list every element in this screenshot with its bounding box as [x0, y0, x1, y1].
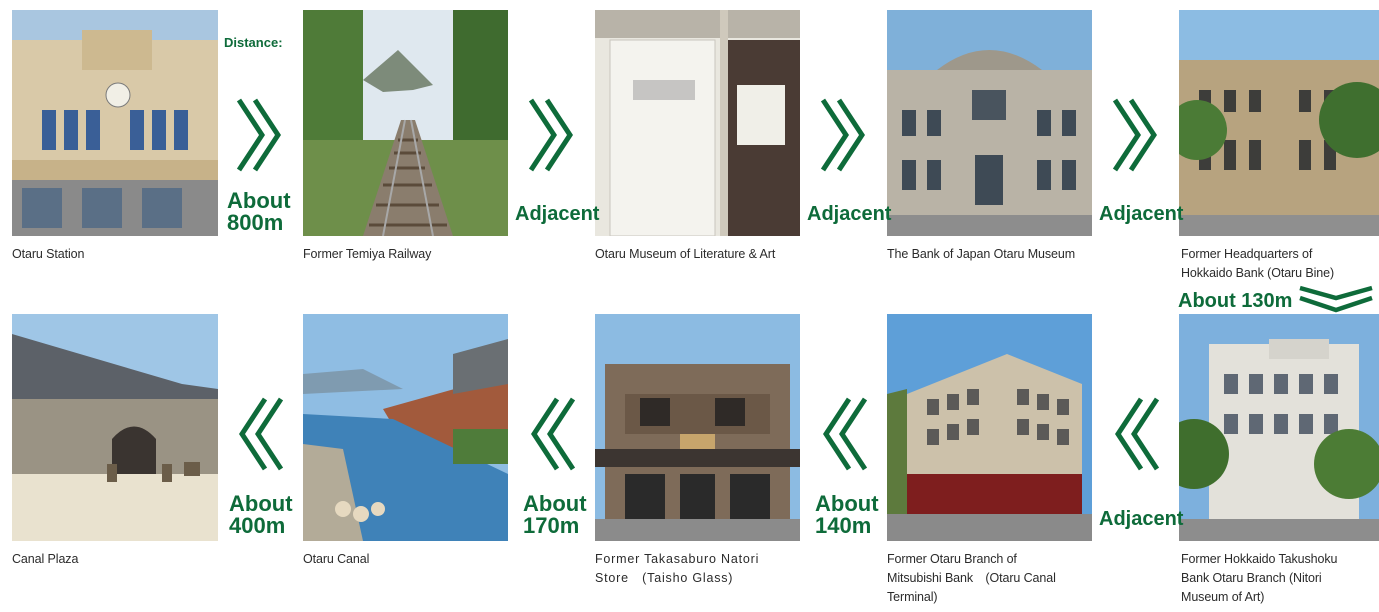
- caption-line: Hokkaido Bank (Otaru Bine): [1181, 266, 1335, 280]
- caption-bank-of-japan-otaru-museum: The Bank of Japan Otaru Museum: [887, 247, 1076, 261]
- chevron-left-icon: [820, 396, 868, 472]
- caption-line: Former Headquarters of: [1181, 247, 1313, 261]
- chevron-right-icon: [236, 97, 284, 173]
- distance-line: About: [523, 491, 587, 516]
- photo-former-hokkaido-takushoku-bank: [1179, 314, 1379, 541]
- photo-otaru-station: [12, 10, 218, 236]
- caption-canal-plaza: Canal Plaza: [12, 552, 79, 566]
- caption-former-takasaburo-natori-store: Former Takasaburo Natori Store (Taisho G…: [595, 550, 759, 588]
- distance-line: 400m: [229, 513, 286, 538]
- chevron-left-icon: [528, 396, 576, 472]
- photo-former-hq-hokkaido-bank: [1179, 10, 1379, 236]
- distance-label: About 800m: [227, 190, 291, 234]
- caption-former-hokkaido-takushoku-bank: Former Hokkaido Takushoku Bank Otaru Bra…: [1181, 550, 1337, 607]
- photo-otaru-museum-of-literature-art: [595, 10, 800, 236]
- photo-bank-of-japan-otaru-museum: [887, 10, 1092, 236]
- distance-label: Adjacent: [515, 203, 600, 225]
- chevron-right-icon: [820, 97, 868, 173]
- distance-line: 800m: [227, 210, 284, 235]
- distance-line: 140m: [815, 513, 872, 538]
- caption-otaru-museum-of-literature-art: Otaru Museum of Literature & Art: [595, 247, 776, 261]
- caption-otaru-station: Otaru Station: [12, 247, 85, 261]
- chevron-down-icon: [1298, 285, 1374, 315]
- caption-line: Mitsubishi Bank (Otaru Canal: [887, 571, 1056, 585]
- photo-former-temiya-railway: [303, 10, 508, 236]
- distance-label: About 140m: [815, 493, 879, 537]
- distance-heading: Distance:: [224, 35, 283, 50]
- caption-line: Store (Taisho Glass): [595, 571, 734, 585]
- photo-former-takasaburo-natori-store: [595, 314, 800, 541]
- distance-label: Adjacent: [1099, 508, 1184, 530]
- chevron-left-icon: [236, 396, 284, 472]
- caption-line: Terminal): [887, 590, 938, 604]
- distance-label: About 170m: [523, 493, 587, 537]
- chevron-left-icon: [1112, 396, 1160, 472]
- distance-line: About: [229, 491, 293, 516]
- photo-otaru-canal: [303, 314, 508, 541]
- photo-former-mitsubishi-bank: [887, 314, 1092, 541]
- chevron-right-icon: [1112, 97, 1160, 173]
- distance-label: Adjacent: [1099, 203, 1184, 225]
- chevron-right-icon: [528, 97, 576, 173]
- caption-otaru-canal: Otaru Canal: [303, 552, 370, 566]
- caption-former-temiya-railway: Former Temiya Railway: [303, 247, 432, 261]
- caption-former-hq-hokkaido-bank: Former Headquarters of Hokkaido Bank (Ot…: [1181, 245, 1334, 283]
- caption-line: Bank Otaru Branch (Nitori: [1181, 571, 1322, 585]
- photo-canal-plaza: [12, 314, 218, 541]
- distance-line: About: [815, 491, 879, 516]
- distance-line: 170m: [523, 513, 580, 538]
- caption-line: Former Takasaburo Natori: [595, 552, 760, 566]
- distance-label: Adjacent: [807, 203, 892, 225]
- caption-line: Former Otaru Branch of: [887, 552, 1017, 566]
- caption-line: Former Hokkaido Takushoku: [1181, 552, 1338, 566]
- distance-label: About 130m: [1178, 290, 1293, 312]
- distance-label: About 400m: [229, 493, 293, 537]
- distance-line: About: [227, 188, 291, 213]
- caption-former-mitsubishi-bank: Former Otaru Branch of Mitsubishi Bank (…: [887, 550, 1056, 607]
- caption-line: Museum of Art): [1181, 590, 1265, 604]
